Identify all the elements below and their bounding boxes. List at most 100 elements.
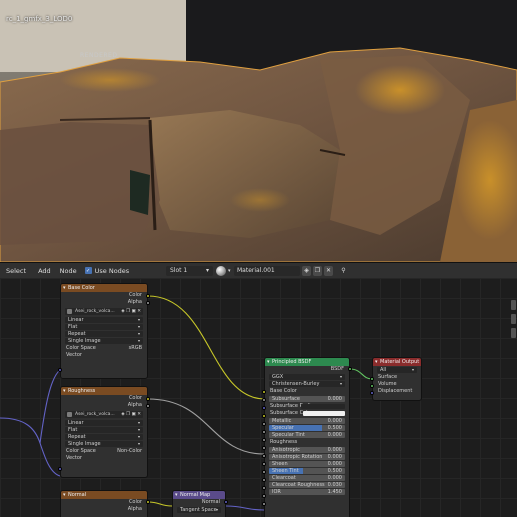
image-buttons-icon[interactable]: ◈ ❐ ▣ ✕ (121, 309, 141, 314)
bsdf-inputs: Base Color Subsurface 0.000 Subsurface Radi… (265, 388, 349, 495)
socket-input[interactable] (262, 414, 266, 418)
socket-input[interactable] (262, 486, 266, 490)
node-title[interactable]: Roughness (61, 387, 147, 395)
bsdf-input-clearcoat-roughness[interactable]: Clearcoat Roughness 0.030 (269, 482, 345, 488)
bsdf-input-subsurface-radius[interactable]: Subsurface Radius (265, 403, 349, 410)
extension-dropdown[interactable]: Repeat (65, 434, 143, 440)
bsdf-input-subsurface-color[interactable]: Subsurface Color (265, 410, 349, 417)
socket-normal-out[interactable] (224, 500, 228, 504)
node-editor-canvas[interactable]: Base Color Color Alpha Asei_rock_volca..… (0, 278, 517, 517)
socket-input[interactable] (262, 478, 266, 482)
normal-texture-node[interactable]: Normal Color Alpha (60, 490, 148, 517)
output-alpha: Alpha (127, 299, 142, 305)
socket-input[interactable] (262, 406, 266, 410)
image-selector[interactable]: Asei_rock_volca... ◈ ❐ ▣ ✕ (65, 411, 143, 418)
node-title[interactable]: Normal Map (173, 491, 225, 499)
socket-vector-in[interactable] (58, 368, 62, 372)
socket-color-out[interactable] (146, 500, 150, 504)
color-space-row[interactable]: Color Space Non-Color (61, 448, 147, 455)
socket-input[interactable] (262, 398, 266, 402)
socket-input[interactable] (262, 390, 266, 394)
sidebar-tab[interactable] (511, 300, 516, 310)
input-value: 0.500 (327, 425, 342, 431)
socket-color-out[interactable] (146, 397, 150, 401)
socket-input[interactable] (262, 438, 266, 442)
input-surface: Surface (378, 374, 398, 380)
input-label: Metallic (272, 418, 292, 424)
source-dropdown[interactable]: Single Image (65, 441, 143, 447)
material-output-node[interactable]: Material Output All Surface Volume Displ… (372, 357, 422, 401)
bsdf-input-specular-tint[interactable]: Specular Tint 0.000 (269, 432, 345, 438)
bsdf-input-base-color: Base Color (265, 388, 349, 395)
bsdf-input-roughness: Roughness (265, 439, 349, 446)
bsdf-input-subsurface[interactable]: Subsurface 0.000 (269, 396, 345, 402)
menu-select[interactable]: Select (6, 267, 26, 275)
roughness-texture-node[interactable]: Roughness Color Alpha Asei_rock_volca...… (60, 386, 148, 478)
link-normal-color (147, 501, 173, 507)
slot-dropdown[interactable]: Slot 1 ▾ (166, 266, 213, 276)
color-space-row[interactable]: Color Space sRGB (61, 345, 147, 352)
node-title[interactable]: Principled BSDF (265, 358, 349, 366)
socket-input[interactable] (262, 470, 266, 474)
sidebar-tab[interactable] (511, 314, 516, 324)
space-dropdown[interactable]: Tangent Space (177, 507, 221, 513)
duplicate-material-icon[interactable]: ❐ (313, 266, 322, 276)
projection-dropdown[interactable]: Flat (65, 324, 143, 330)
socket-vector-in[interactable] (58, 467, 62, 471)
menu-node[interactable]: Node (60, 267, 77, 275)
socket-input[interactable] (262, 454, 266, 458)
bsdf-input-metallic[interactable]: Metallic 0.000 (269, 418, 345, 424)
bsdf-input-anisotropic-rotation[interactable]: Anisotropic Rotation 0.000 (269, 454, 345, 460)
bsdf-input-specular[interactable]: Specular 0.500 (269, 425, 345, 431)
image-selector[interactable]: Asei_rock_volca... ◈ ❐ ▣ ✕ (65, 308, 143, 315)
node-title[interactable]: Normal (61, 491, 147, 499)
bsdf-input-anisotropic[interactable]: Anisotropic 0.000 (269, 447, 345, 453)
subsurface-method-dropdown[interactable]: Christensen-Burley (269, 381, 345, 387)
socket-input[interactable] (262, 430, 266, 434)
bsdf-input-sheen[interactable]: Sheen 0.000 (269, 461, 345, 467)
node-title[interactable]: Base Color (61, 284, 147, 292)
projection-dropdown[interactable]: Flat (65, 427, 143, 433)
socket-alpha-out[interactable] (146, 404, 150, 408)
sidebar-tab[interactable] (511, 328, 516, 338)
unlink-close-icon[interactable]: ✕ (324, 266, 333, 276)
bsdf-input-sheen-tint[interactable]: Sheen Tint 0.500 (269, 468, 345, 474)
socket-color-out[interactable] (146, 294, 150, 298)
fake-user-shield-icon[interactable]: ◈ (302, 266, 311, 276)
color-space-value[interactable]: sRGB (129, 345, 142, 352)
color-space-value[interactable]: Non-Color (117, 448, 142, 455)
socket-displacement-in[interactable] (370, 391, 374, 395)
socket-input[interactable] (262, 502, 266, 506)
principled-bsdf-node[interactable]: Principled BSDF BSDF GGX Christensen-Bur… (264, 357, 350, 517)
socket-volume-in[interactable] (370, 384, 374, 388)
material-preview-icon[interactable] (216, 266, 226, 276)
3d-viewport[interactable]: rc_1_gmfx_3_LOD0 RENDERED (0, 0, 517, 262)
target-dropdown[interactable]: All (377, 367, 417, 373)
color-swatch[interactable] (303, 411, 345, 416)
use-nodes-checkbox[interactable]: ✓ (84, 267, 92, 274)
socket-bsdf-out[interactable] (348, 367, 352, 371)
menu-add[interactable]: Add (38, 267, 51, 275)
socket-alpha-out[interactable] (146, 301, 150, 305)
socket-input[interactable] (262, 462, 266, 466)
input-value: 0.000 (327, 418, 342, 424)
socket-surface-in[interactable] (370, 377, 374, 381)
base-color-texture-node[interactable]: Base Color Color Alpha Asei_rock_volca..… (60, 283, 148, 379)
interpolation-dropdown[interactable]: Linear (65, 420, 143, 426)
source-dropdown[interactable]: Single Image (65, 338, 143, 344)
input-value: 0.000 (327, 432, 342, 438)
material-name-field[interactable]: Material.001 (234, 266, 300, 276)
distribution-dropdown[interactable]: GGX (269, 374, 345, 380)
pin-icon[interactable]: ⚲ (339, 266, 348, 276)
socket-input[interactable] (262, 446, 266, 450)
socket-input[interactable] (262, 422, 266, 426)
bsdf-input-clearcoat[interactable]: Clearcoat 0.000 (269, 475, 345, 481)
radius-vector-field[interactable] (301, 404, 345, 409)
socket-input[interactable] (262, 494, 266, 498)
normal-map-node[interactable]: Normal Map Normal Tangent Space (172, 490, 226, 517)
extension-dropdown[interactable]: Repeat (65, 331, 143, 337)
image-buttons-icon[interactable]: ◈ ❐ ▣ ✕ (121, 412, 141, 417)
bsdf-input-ior[interactable]: IOR 1.450 (269, 489, 345, 495)
node-title[interactable]: Material Output (373, 358, 421, 366)
interpolation-dropdown[interactable]: Linear (65, 317, 143, 323)
